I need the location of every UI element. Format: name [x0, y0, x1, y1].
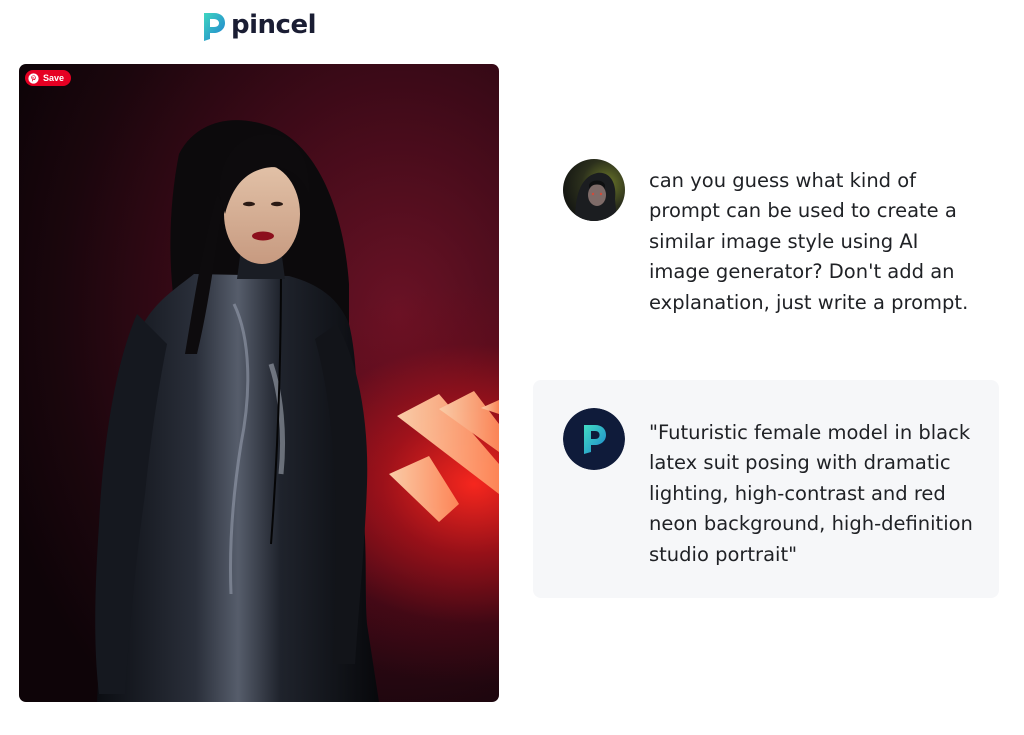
assistant-message: "Futuristic female model in black latex … [533, 380, 999, 598]
save-label: Save [43, 73, 65, 83]
assistant-message-text: "Futuristic female model in black latex … [649, 421, 973, 566]
logo-text: pincel [231, 10, 317, 40]
pincel-avatar-icon [563, 408, 625, 470]
portrait-image [95, 120, 499, 702]
user-avatar [563, 159, 625, 221]
pinterest-icon [28, 72, 39, 84]
user-message-text: can you guess what kind of prompt can be… [649, 169, 969, 314]
pinterest-save-button[interactable]: Save [25, 70, 72, 86]
user-message: can you guess what kind of prompt can be… [533, 152, 999, 364]
pincel-logo[interactable]: pincel [201, 6, 317, 46]
pincel-logo-icon [204, 13, 225, 41]
user-avatar-icon [563, 159, 625, 221]
generated-image[interactable]: Save [19, 64, 499, 702]
assistant-avatar [563, 408, 625, 470]
